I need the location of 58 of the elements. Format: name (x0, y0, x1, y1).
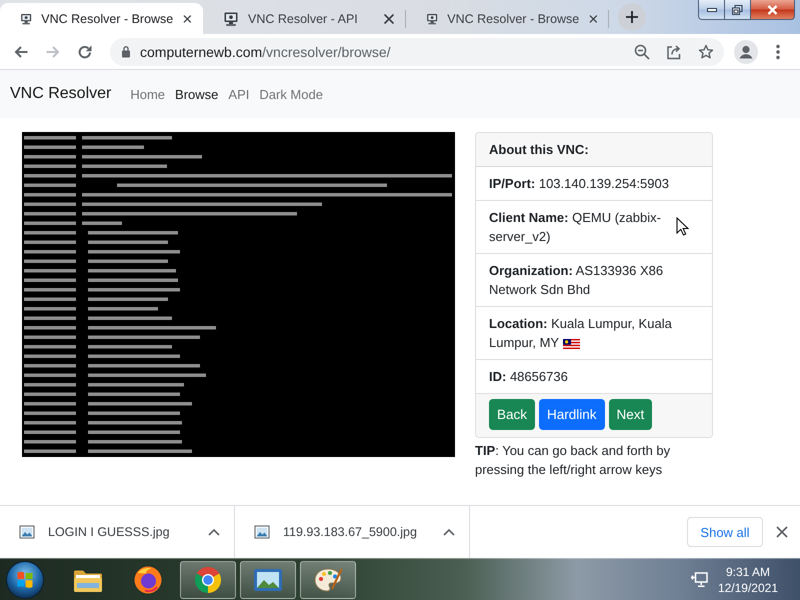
close-icon[interactable] (382, 12, 396, 26)
info-field: Organization: AS133936 X86 Network Sdn Bhd (489, 263, 664, 297)
browser-tab[interactable]: VNC Resolver - Browse (406, 3, 609, 34)
download-filename[interactable]: LOGIN I GUESSS.jpg (48, 525, 170, 539)
nav-link[interactable]: Home (125, 86, 170, 102)
new-tab-button[interactable] (618, 3, 646, 31)
image-file-icon (19, 524, 35, 540)
hardlink-button[interactable]: Hardlink (539, 399, 605, 430)
chrome-icon (193, 564, 223, 594)
picture-frame-icon (253, 566, 283, 592)
clock-date[interactable]: 12/19/2021 (718, 580, 778, 596)
start-orb-icon[interactable] (5, 560, 45, 600)
profile-avatar-icon[interactable] (734, 40, 758, 64)
network-icon[interactable] (690, 572, 708, 588)
nav-link[interactable]: API (223, 86, 254, 102)
download-filename[interactable]: 119.93.183.67_5900.jpg (283, 525, 417, 539)
computer-icon (223, 10, 239, 26)
taskbar-button[interactable] (240, 560, 296, 598)
minimize-button[interactable] (698, 0, 725, 20)
back-arrow-icon[interactable] (13, 44, 29, 60)
chevron-up-icon[interactable] (208, 528, 220, 536)
palette-icon (313, 566, 343, 594)
minimize-icon (706, 8, 716, 12)
chevron-up-icon[interactable] (443, 528, 455, 536)
brand-link[interactable]: VNC Resolver (10, 85, 112, 103)
taskbar-button[interactable] (300, 560, 356, 598)
info-field: IP/Port: 103.140.139.254:5903 (489, 176, 669, 191)
tip-text: TIP: You can go back and forth by pressing the left/right arrow keys (475, 442, 672, 479)
menu-icon[interactable] (776, 44, 780, 60)
taskbar-button[interactable] (180, 560, 236, 598)
browser-tab[interactable]: VNC Resolver - Browse (0, 3, 203, 34)
card-header: About this VNC: (476, 133, 712, 167)
close-icon (767, 4, 778, 14)
nav-link[interactable]: Browse (170, 86, 224, 102)
show-all-button[interactable]: Show all (687, 517, 763, 547)
info-field: Location: Kuala Lumpur, Kuala Lumpur, MY (489, 316, 672, 350)
url-text: computernewb.com/vncresolver/browse/ (140, 44, 391, 60)
clock-time[interactable]: 9:31 AM (726, 564, 770, 580)
reload-icon[interactable] (77, 44, 93, 60)
browser-tab[interactable]: VNC Resolver - API (203, 3, 406, 34)
share-icon[interactable] (666, 44, 682, 60)
info-field: Client Name: QEMU (zabbix-server_v2) (489, 210, 661, 244)
image-file-icon (254, 524, 270, 540)
zoom-out-icon[interactable] (634, 44, 650, 60)
firefox-icon[interactable] (133, 564, 163, 594)
nav-link[interactable]: Dark Mode (254, 86, 328, 102)
lock-icon (121, 45, 131, 58)
back-button[interactable]: Back (489, 399, 536, 430)
info-field: ID: 48656736 (489, 369, 568, 384)
address-bar[interactable]: computernewb.com/vncresolver/browse/ (110, 38, 724, 66)
restore-icon (732, 4, 743, 14)
close-icon[interactable] (776, 526, 788, 538)
restore-button[interactable] (725, 0, 751, 20)
star-icon[interactable] (698, 44, 714, 60)
next-button[interactable]: Next (608, 399, 652, 430)
plus-icon (625, 10, 639, 24)
close-window-button[interactable] (751, 0, 795, 20)
mouse-pointer-icon (676, 217, 689, 236)
